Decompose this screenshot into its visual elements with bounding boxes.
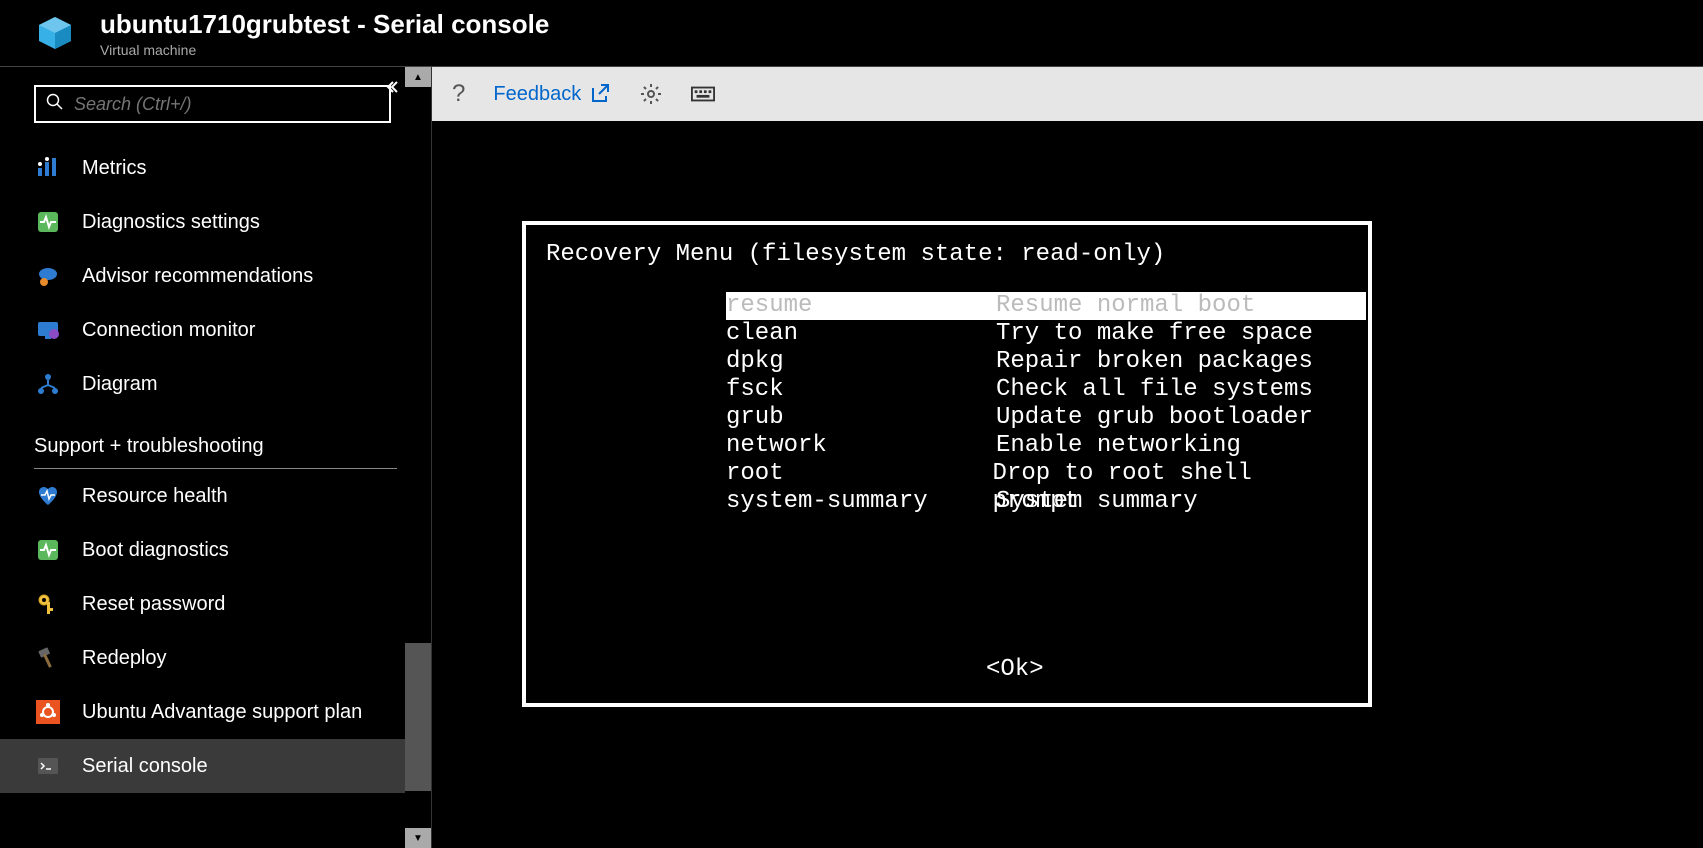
sidebar-item-label: Serial console bbox=[82, 755, 208, 778]
vm-icon bbox=[35, 13, 75, 53]
sidebar-item-label: Reset password bbox=[82, 593, 225, 616]
help-button[interactable]: ? bbox=[452, 80, 465, 108]
settings-button[interactable] bbox=[639, 82, 663, 106]
menu-item-clean[interactable]: cleanTry to make free space bbox=[726, 320, 1348, 348]
sidebar-item-boot-diagnostics[interactable]: Boot diagnostics bbox=[0, 523, 431, 577]
menu-item-resume[interactable]: resumeResume normal boot bbox=[726, 292, 1366, 320]
diagram-icon bbox=[34, 370, 62, 398]
recovery-menu-box: Recovery Menu (filesystem state: read-on… bbox=[522, 221, 1372, 707]
sidebar-item-redeploy[interactable]: Redeploy bbox=[0, 631, 431, 685]
advisor-icon bbox=[34, 262, 62, 290]
external-link-icon bbox=[587, 82, 611, 106]
sidebar-item-label: Diagram bbox=[82, 373, 158, 396]
conn-monitor-icon bbox=[34, 316, 62, 344]
diag-settings-icon bbox=[34, 208, 62, 236]
sidebar-item-metrics[interactable]: Metrics bbox=[0, 141, 431, 195]
menu-item-fsck[interactable]: fsckCheck all file systems bbox=[726, 376, 1348, 404]
keyboard-button[interactable] bbox=[691, 82, 715, 106]
heart-icon bbox=[34, 482, 62, 510]
gear-icon bbox=[639, 82, 663, 106]
sidebar-item-label: Boot diagnostics bbox=[82, 539, 229, 562]
sidebar-item-label: Ubuntu Advantage support plan bbox=[82, 701, 362, 724]
feedback-button[interactable]: Feedback bbox=[493, 82, 611, 106]
sidebar-item-diagram[interactable]: Diagram bbox=[0, 357, 431, 411]
menu-item-root[interactable]: rootDrop to root shell prompt bbox=[726, 460, 1348, 488]
help-icon: ? bbox=[452, 80, 465, 108]
menu-item-system-summary[interactable]: system-summarySystem summary bbox=[726, 488, 1348, 516]
scroll-down-arrow[interactable]: ▼ bbox=[405, 828, 431, 848]
sidebar-item-ubuntu-advantage[interactable]: Ubuntu Advantage support plan bbox=[0, 685, 431, 739]
scroll-thumb[interactable] bbox=[405, 643, 431, 791]
main-content: ? Feedback Recovery Menu (file bbox=[432, 67, 1703, 848]
section-support-title: Support + troubleshooting bbox=[34, 411, 397, 469]
metrics-icon bbox=[34, 154, 62, 182]
sidebar-item-label: Resource health bbox=[82, 485, 228, 508]
sidebar-item-resource-health[interactable]: Resource health bbox=[0, 469, 431, 523]
sidebar-item-label: Diagnostics settings bbox=[82, 211, 260, 234]
sidebar: Metrics Diagnostics settings Advisor rec… bbox=[0, 67, 432, 848]
collapse-sidebar-button[interactable] bbox=[383, 79, 399, 100]
recovery-menu-list: resumeResume normal boot cleanTry to mak… bbox=[726, 292, 1348, 516]
search-box[interactable] bbox=[34, 85, 391, 123]
keyboard-icon bbox=[691, 82, 715, 106]
ubuntu-icon bbox=[34, 698, 62, 726]
hammer-icon bbox=[34, 644, 62, 672]
sidebar-item-label: Advisor recommendations bbox=[82, 265, 313, 288]
search-icon bbox=[46, 93, 64, 116]
menu-item-dpkg[interactable]: dpkgRepair broken packages bbox=[726, 348, 1348, 376]
serial-console-output[interactable]: Recovery Menu (filesystem state: read-on… bbox=[432, 121, 1703, 848]
sidebar-item-reset-password[interactable]: Reset password bbox=[0, 577, 431, 631]
sidebar-item-label: Redeploy bbox=[82, 647, 167, 670]
sidebar-item-label: Metrics bbox=[82, 157, 146, 180]
menu-item-network[interactable]: networkEnable networking bbox=[726, 432, 1348, 460]
console-icon bbox=[34, 752, 62, 780]
sidebar-scrollbar[interactable]: ▲ ▼ bbox=[405, 67, 431, 848]
sidebar-item-label: Connection monitor bbox=[82, 319, 255, 342]
sidebar-item-connection-monitor[interactable]: Connection monitor bbox=[0, 303, 431, 357]
sidebar-item-diagnostics-settings[interactable]: Diagnostics settings bbox=[0, 195, 431, 249]
page-title: ubuntu1710grubtest - Serial console bbox=[100, 9, 549, 40]
sidebar-item-advisor[interactable]: Advisor recommendations bbox=[0, 249, 431, 303]
boot-diag-icon bbox=[34, 536, 62, 564]
sidebar-item-serial-console[interactable]: Serial console bbox=[0, 739, 431, 793]
menu-item-grub[interactable]: grubUpdate grub bootloader bbox=[726, 404, 1348, 432]
key-icon bbox=[34, 590, 62, 618]
scroll-up-arrow[interactable]: ▲ bbox=[405, 67, 431, 87]
page-header: ubuntu1710grubtest - Serial console Virt… bbox=[0, 0, 1703, 67]
feedback-label: Feedback bbox=[493, 83, 581, 106]
ok-button[interactable]: <Ok> bbox=[986, 656, 1348, 683]
recovery-menu-title: Recovery Menu (filesystem state: read-on… bbox=[546, 241, 1348, 268]
page-subtitle: Virtual machine bbox=[100, 42, 549, 58]
toolbar: ? Feedback bbox=[432, 67, 1703, 121]
search-input[interactable] bbox=[74, 94, 379, 115]
